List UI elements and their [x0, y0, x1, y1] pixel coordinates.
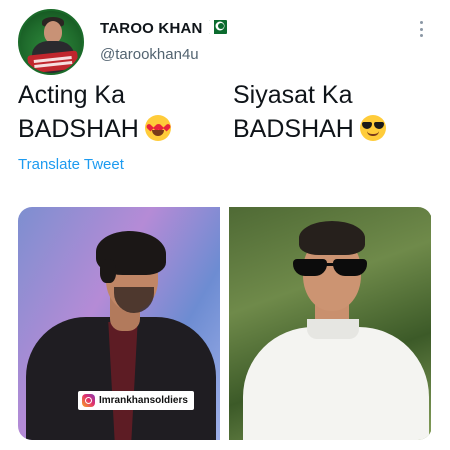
sunglasses-emoji-icon	[359, 115, 386, 141]
instagram-watermark: Imrankhansoldiers	[78, 391, 194, 410]
photo-figure-collar	[307, 319, 359, 339]
profile-avatar[interactable]	[18, 9, 84, 75]
tweet-line: BADSHAH	[233, 115, 354, 143]
instagram-icon	[82, 394, 95, 407]
watermark-text: Imrankhansoldiers	[99, 395, 188, 406]
photo-figure-shirt	[243, 327, 429, 440]
avatar-face	[44, 21, 62, 43]
tweet-text-left: Acting Ka BADSHAH	[18, 78, 171, 146]
photo-figure-hair	[299, 221, 365, 255]
pakistan-flag-icon	[209, 20, 227, 34]
media-photo-left[interactable]: Imrankhansoldiers	[18, 207, 220, 440]
author-handle[interactable]: @tarookhan4u	[100, 46, 199, 63]
photo-figure-hair-bun	[100, 259, 116, 283]
more-options-icon[interactable]	[416, 18, 426, 40]
author-display-name[interactable]: TAROO KHAN	[100, 20, 203, 37]
translate-tweet-link[interactable]: Translate Tweet	[18, 156, 124, 173]
media-photo-right[interactable]	[229, 207, 431, 440]
tweet-media-grid: Imrankhansoldiers	[18, 207, 432, 440]
heart-eyes-emoji-icon	[144, 115, 171, 141]
tweet-line: Siyasat Ka	[233, 81, 353, 109]
tweet-line: Acting Ka	[18, 81, 126, 109]
sunglasses-icon	[285, 259, 377, 277]
tweet-text-right: Siyasat Ka BADSHAH	[233, 78, 386, 146]
tweet-line: BADSHAH	[18, 115, 139, 143]
